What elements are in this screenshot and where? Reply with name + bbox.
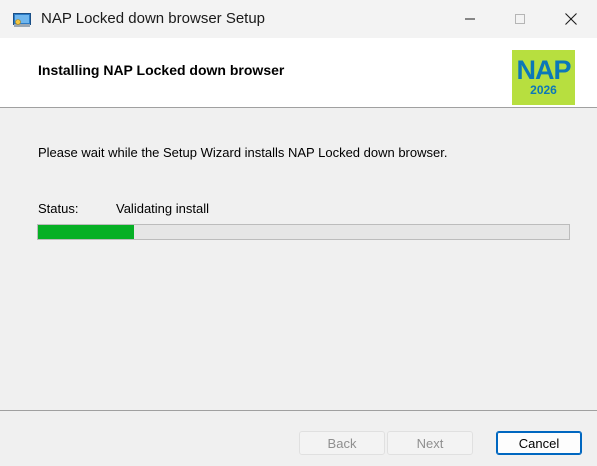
wait-message: Please wait while the Setup Wizard insta… [38, 145, 448, 160]
install-progress-bar [37, 224, 570, 240]
logo-text: NAP [516, 55, 571, 85]
status-label: Status: [38, 201, 79, 216]
progress-fill [38, 225, 134, 239]
logo-year: 2026 [530, 83, 557, 97]
maximize-icon [515, 14, 525, 24]
page-title: Installing NAP Locked down browser [38, 62, 285, 78]
window-title: NAP Locked down browser Setup [41, 10, 266, 27]
title-bar[interactable]: NAP Locked down browser Setup [0, 0, 597, 38]
next-button[interactable]: Next [387, 431, 473, 455]
status-value: Validating install [116, 201, 209, 216]
wizard-footer: Back Next Cancel [0, 411, 597, 466]
close-icon [565, 13, 577, 25]
cancel-button[interactable]: Cancel [496, 431, 582, 455]
wizard-banner: Installing NAP Locked down browser NAP 2… [0, 38, 597, 107]
wizard-content: Please wait while the Setup Wizard insta… [0, 108, 597, 410]
maximize-button[interactable] [497, 0, 543, 38]
installer-icon [13, 12, 31, 28]
minimize-button[interactable] [447, 0, 493, 38]
nap-logo: NAP 2026 [512, 50, 575, 105]
minimize-icon [465, 18, 475, 20]
back-button[interactable]: Back [299, 431, 385, 455]
close-button[interactable] [548, 0, 594, 38]
